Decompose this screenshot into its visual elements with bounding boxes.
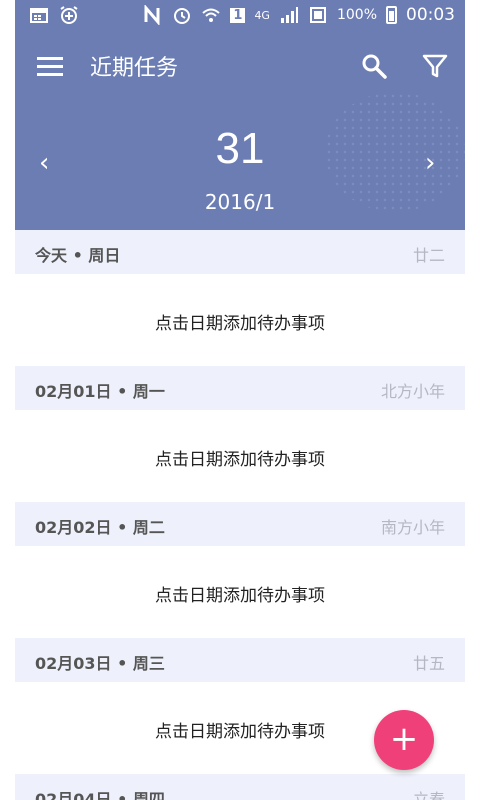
day-lunar-label: 北方小年 [380,382,445,401]
day-empty-slot[interactable]: 点击日期添加待办事项 [15,410,465,502]
day-lunar-label: 立春 [412,790,445,800]
sim-badge: 1 [230,7,246,23]
day-header[interactable]: 02月01日 • 周一 北方小年 [15,366,465,410]
search-icon[interactable] [360,52,388,80]
day-date-label: 02月04日 • 周四 [35,790,165,800]
day-section: 02月01日 • 周一 北方小年 点击日期添加待办事项 [15,366,465,502]
calendar-notification-icon [30,8,48,23]
day-empty-slot[interactable]: 点击日期添加待办事项 [15,274,465,366]
status-bar: 1 4G 100% 00:03 [15,0,465,32]
menu-icon[interactable] [37,54,63,76]
day-empty-slot[interactable]: 点击日期添加待办事项 [15,546,465,638]
day-date-label: 02月03日 • 周三 [35,654,165,673]
day-date-label: 02月02日 • 周二 [35,518,165,537]
status-left-icons [29,5,79,25]
next-date-button[interactable]: › [425,148,435,178]
day-header[interactable]: 02月02日 • 周二 南方小年 [15,502,465,546]
day-section: 02月04日 • 周四 立春 [15,774,465,800]
nfc-icon [144,5,160,25]
status-right-icons: 1 4G 100% 00:03 [143,5,455,25]
day-lunar-label: 廿二 [412,246,445,265]
day-lunar-label: 廿五 [412,654,445,673]
wifi-icon [202,8,221,22]
battery-icon [386,6,397,24]
day-header[interactable]: 02月03日 • 周三 廿五 [15,638,465,682]
battery-percent: 100% [336,7,377,23]
clock: 00:03 [406,5,455,25]
signal-icon [280,7,298,23]
right-edge [465,0,480,800]
page-title: 近期任务 [90,56,179,81]
data-saver-icon [309,7,326,23]
add-task-fab[interactable]: + [374,710,434,770]
day-section: 今天 • 周日 廿二 点击日期添加待办事项 [15,230,465,366]
left-edge [0,0,15,800]
day-date-label: 今天 • 周日 [35,246,121,265]
selected-year-month: 2016/1 [204,190,276,214]
add-task-hint: 点击日期添加待办事项 [155,450,325,470]
alarm-clock-icon [174,8,191,24]
add-task-hint: 点击日期添加待办事项 [155,586,325,606]
network-type: 4G [254,8,270,22]
add-task-hint: 点击日期添加待办事项 [155,314,325,334]
day-section: 02月02日 • 周二 南方小年 点击日期添加待办事项 [15,502,465,638]
day-date-label: 02月01日 • 周一 [35,382,165,401]
day-header[interactable]: 02月04日 • 周四 立春 [15,774,465,800]
day-lunar-label: 南方小年 [380,518,445,537]
day-header[interactable]: 今天 • 周日 廿二 [15,230,465,274]
app-frame: 1 4G 100% 00:03 近期任务 ‹ 31 › 2016/1 今天 • … [0,0,480,800]
alarm-add-icon [60,6,78,24]
filter-icon[interactable] [421,52,449,80]
app-header: 近期任务 ‹ 31 › 2016/1 [15,32,465,230]
selected-day: 31 [215,124,265,173]
